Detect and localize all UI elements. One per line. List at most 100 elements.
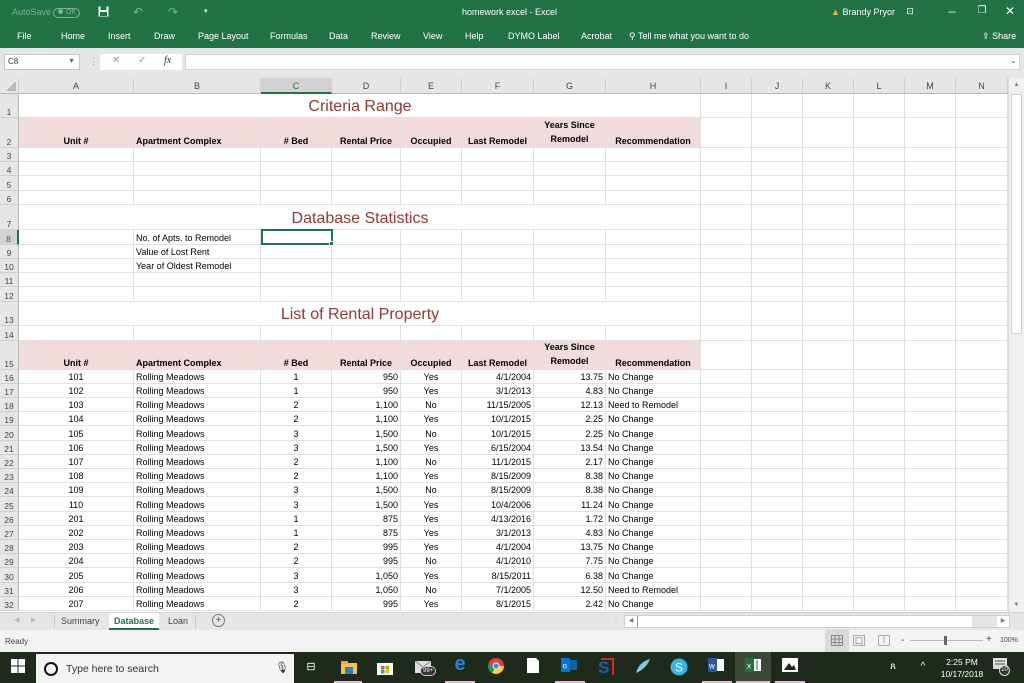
cell-m5[interactable] <box>905 176 956 190</box>
last-remodel-cell[interactable]: 3/1/2013 <box>462 525 534 539</box>
cell-l30[interactable] <box>854 568 905 582</box>
last-remodel-cell[interactable]: 10/4/2006 <box>462 497 534 511</box>
last-remodel-cell[interactable]: 8/1/2015 <box>462 596 534 610</box>
cell-m17[interactable] <box>905 383 956 397</box>
cell-j2[interactable] <box>752 118 803 147</box>
stats-label[interactable]: No. of Apts. to Remodel <box>134 229 261 244</box>
column-header-m[interactable]: M <box>905 78 956 94</box>
cell-d9[interactable] <box>332 244 401 258</box>
cell-n23[interactable] <box>956 469 1008 483</box>
page-layout-view-button[interactable] <box>853 635 865 648</box>
cell-c14[interactable] <box>261 325 332 340</box>
outlook-icon[interactable]: o <box>560 658 578 676</box>
cell-m10[interactable] <box>905 259 956 273</box>
cell-m4[interactable] <box>905 162 956 176</box>
cell-i10[interactable] <box>701 259 752 273</box>
cell-i1[interactable] <box>701 94 752 117</box>
column-header-i[interactable]: I <box>701 78 752 94</box>
next-sheet-icon[interactable]: ▶ <box>31 616 36 624</box>
cell-i8[interactable] <box>701 229 752 244</box>
cell-k12[interactable] <box>803 287 854 301</box>
unit-cell[interactable]: 105 <box>19 426 134 440</box>
row-header-11[interactable]: 11 <box>0 273 19 288</box>
cell-m27[interactable] <box>905 525 956 539</box>
occupied-cell[interactable]: Yes <box>401 511 462 525</box>
header-years-since-remodel[interactable]: Years Since Remodel <box>534 118 606 147</box>
cell-e14[interactable] <box>401 325 462 340</box>
task-view-icon[interactable]: ⊟ <box>302 658 320 676</box>
cell-a10[interactable] <box>19 259 134 273</box>
complex-cell[interactable]: Rolling Meadows <box>134 383 261 397</box>
cell-j9[interactable] <box>752 244 803 258</box>
zoom-out-button[interactable]: - <box>901 635 904 646</box>
cell-k18[interactable] <box>803 398 854 412</box>
recommendation-cell[interactable]: Need to Remodel <box>606 582 701 596</box>
save-icon[interactable] <box>98 0 109 24</box>
years-cell[interactable]: 13.75 <box>534 540 606 554</box>
occupied-cell[interactable]: Yes <box>401 540 462 554</box>
header-recommendation[interactable]: Recommendation <box>606 118 701 147</box>
price-cell[interactable]: 1,500 <box>332 483 401 497</box>
cell-n14[interactable] <box>956 325 1008 340</box>
header-recommendation[interactable]: Recommendation <box>606 340 701 369</box>
header-apartment-complex[interactable]: Apartment Complex <box>134 340 261 369</box>
unit-cell[interactable]: 207 <box>19 596 134 610</box>
cell-i26[interactable] <box>701 511 752 525</box>
cell-m24[interactable] <box>905 483 956 497</box>
cell-a11[interactable] <box>19 273 134 287</box>
cell-j11[interactable] <box>752 273 803 287</box>
cell-h5[interactable] <box>606 176 701 190</box>
cell-g12[interactable] <box>534 287 606 301</box>
cell-m19[interactable] <box>905 412 956 426</box>
recommendation-cell[interactable]: No Change <box>606 412 701 426</box>
cell-n32[interactable] <box>956 596 1008 610</box>
unit-cell[interactable]: 203 <box>19 540 134 554</box>
cell-j26[interactable] <box>752 511 803 525</box>
years-cell[interactable]: 8.38 <box>534 469 606 483</box>
quill-app-icon[interactable] <box>634 658 652 676</box>
cell-n4[interactable] <box>956 162 1008 176</box>
scroll-left-icon[interactable]: ◀ <box>625 616 637 627</box>
complex-cell[interactable]: Rolling Meadows <box>134 398 261 412</box>
cell-i30[interactable] <box>701 568 752 582</box>
tab-page-layout[interactable]: Page Layout <box>198 24 249 48</box>
years-cell[interactable]: 2.25 <box>534 412 606 426</box>
cell-a3[interactable] <box>19 148 134 162</box>
name-box[interactable]: C8 ▼ <box>4 54 80 70</box>
cell-i28[interactable] <box>701 540 752 554</box>
row-header-31[interactable]: 31 <box>0 582 19 597</box>
cell-k21[interactable] <box>803 440 854 454</box>
cell-k31[interactable] <box>803 582 854 596</box>
cell-l7[interactable] <box>854 204 905 229</box>
tell-me-search[interactable]: ⚲ Tell me what you want to do <box>629 24 749 48</box>
cell-h12[interactable] <box>606 287 701 301</box>
cell-l13[interactable] <box>854 301 905 325</box>
cell-j6[interactable] <box>752 190 803 204</box>
bed-cell[interactable]: 2 <box>261 596 332 610</box>
cell-e9[interactable] <box>401 244 462 258</box>
cell-l28[interactable] <box>854 540 905 554</box>
bed-cell[interactable]: 1 <box>261 383 332 397</box>
cell-e8[interactable] <box>401 229 462 244</box>
cell-l17[interactable] <box>854 383 905 397</box>
cell-m30[interactable] <box>905 568 956 582</box>
horizontal-scroll-thumb[interactable] <box>637 616 638 627</box>
price-cell[interactable]: 1,100 <box>332 412 401 426</box>
header-bed[interactable]: # Bed <box>261 340 332 369</box>
undo-icon[interactable]: ↶ <box>133 0 143 24</box>
last-remodel-cell[interactable]: 8/15/2011 <box>462 568 534 582</box>
cell-j13[interactable] <box>752 301 803 325</box>
cell-i5[interactable] <box>701 176 752 190</box>
cell-l29[interactable] <box>854 554 905 568</box>
last-remodel-cell[interactable]: 7/1/2005 <box>462 582 534 596</box>
tab-help[interactable]: Help <box>465 24 484 48</box>
cell-l25[interactable] <box>854 497 905 511</box>
snagit-icon[interactable]: S <box>597 658 615 677</box>
cell-i13[interactable] <box>701 301 752 325</box>
occupied-cell[interactable]: Yes <box>401 412 462 426</box>
cell-f11[interactable] <box>462 273 534 287</box>
years-cell[interactable]: 6.38 <box>534 568 606 582</box>
cell-d14[interactable] <box>332 325 401 340</box>
cancel-icon[interactable]: ✕ <box>112 55 120 66</box>
zoom-in-button[interactable]: + <box>986 634 992 645</box>
